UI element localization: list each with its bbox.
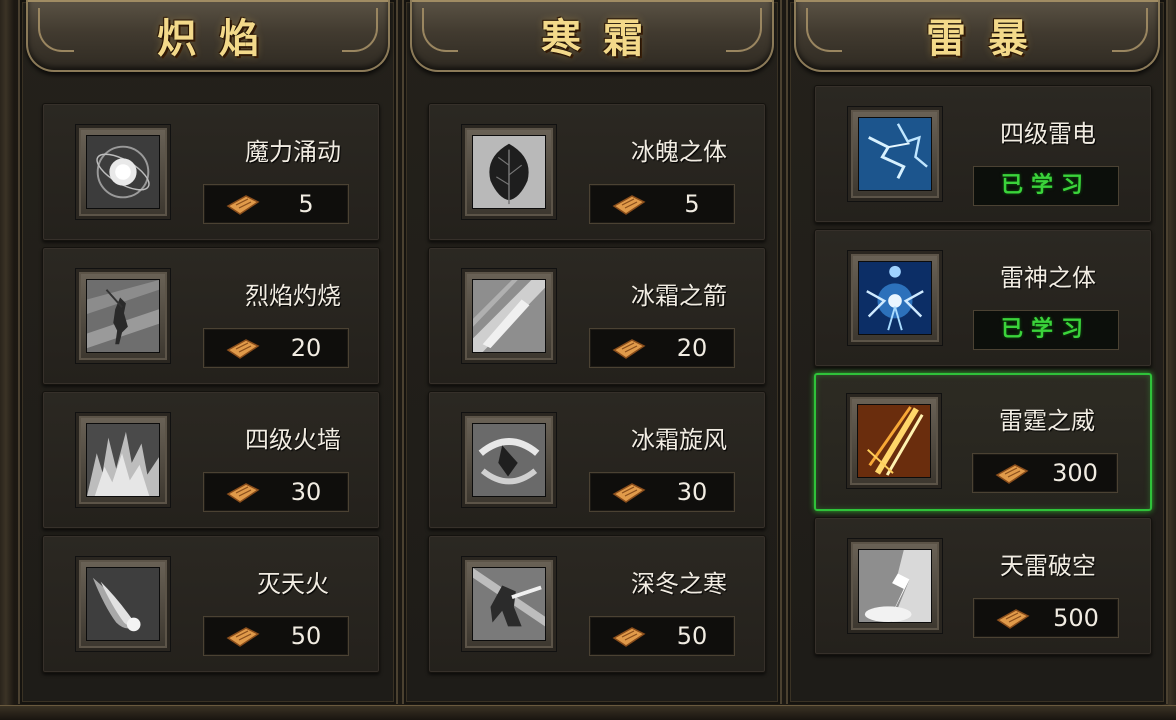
cost-value: 20 bbox=[676, 334, 708, 362]
skill-icon-frame bbox=[847, 106, 943, 202]
cost-box: 30 bbox=[589, 472, 735, 512]
cost-box: 500 bbox=[973, 598, 1119, 638]
orb-icon bbox=[86, 135, 160, 209]
cost-box: 50 bbox=[589, 616, 735, 656]
cost-box: 300 bbox=[972, 453, 1118, 493]
learned-badge: 已学习 bbox=[973, 166, 1119, 206]
column-title: 炽焰 bbox=[157, 15, 281, 62]
scroll-icon bbox=[612, 627, 646, 647]
scroll-icon bbox=[612, 339, 646, 359]
skill-card-frost-2[interactable]: 冰霜之箭 20 bbox=[428, 247, 766, 385]
skill-card-frost-3[interactable]: 冰霜旋风 30 bbox=[428, 391, 766, 529]
leaf-icon bbox=[472, 135, 546, 209]
skill-name: 雷神之体 bbox=[1000, 264, 1096, 292]
skill-name: 天雷破空 bbox=[1000, 552, 1096, 580]
skill-icon-frame bbox=[847, 538, 943, 634]
skill-icon-frame bbox=[847, 250, 943, 346]
fire-wall-icon bbox=[86, 423, 160, 497]
column-title: 寒霜 bbox=[541, 15, 665, 62]
skill-card-frost-4[interactable]: 深冬之寒 50 bbox=[428, 535, 766, 673]
cost-box: 20 bbox=[203, 328, 349, 368]
cost-value: 300 bbox=[1052, 459, 1098, 487]
skill-name: 四级雷电 bbox=[1000, 120, 1096, 148]
column-header-thunder: 雷暴 bbox=[794, 0, 1160, 72]
skill-name: 冰霜旋风 bbox=[631, 426, 727, 454]
skill-name: 四级火墙 bbox=[245, 426, 341, 454]
skill-name: 冰霜之箭 bbox=[631, 282, 727, 310]
cost-box: 50 bbox=[203, 616, 349, 656]
cost-value: 50 bbox=[676, 622, 708, 650]
skill-name: 魔力涌动 bbox=[245, 138, 341, 166]
skill-card-fire-4[interactable]: 灭天火 50 bbox=[42, 535, 380, 673]
column-thunder: 雷暴 四级雷电 已学习 雷神之体 已学习 雷霆之威 300 天雷破空 500 bbox=[786, 0, 1168, 704]
thunder-god-icon bbox=[858, 261, 932, 335]
column-header-frost: 寒霜 bbox=[410, 0, 774, 72]
whirlwind-icon bbox=[472, 423, 546, 497]
skill-card-thunder-1[interactable]: 四级雷电 已学习 bbox=[814, 85, 1152, 223]
cost-box: 5 bbox=[589, 184, 735, 224]
learned-badge: 已学习 bbox=[973, 310, 1119, 350]
scroll-icon bbox=[612, 195, 646, 215]
cost-value: 30 bbox=[290, 478, 322, 506]
skill-icon-frame bbox=[461, 412, 557, 508]
skill-icon-frame bbox=[75, 124, 171, 220]
skill-card-fire-2[interactable]: 烈焰灼烧 20 bbox=[42, 247, 380, 385]
skill-name: 雷霆之威 bbox=[999, 407, 1095, 435]
thunder-strike-icon bbox=[857, 404, 931, 478]
cost-value: 50 bbox=[290, 622, 322, 650]
skill-card-fire-3[interactable]: 四级火墙 30 bbox=[42, 391, 380, 529]
skill-icon-frame bbox=[75, 268, 171, 364]
scroll-icon bbox=[996, 609, 1030, 629]
scroll-icon bbox=[226, 483, 260, 503]
cost-box: 30 bbox=[203, 472, 349, 512]
sky-thunder-icon bbox=[858, 549, 932, 623]
mage-silhouette-icon bbox=[86, 279, 160, 353]
cost-value: 30 bbox=[676, 478, 708, 506]
skill-name: 深冬之寒 bbox=[631, 570, 727, 598]
scroll-icon bbox=[226, 627, 260, 647]
skill-card-fire-1[interactable]: 魔力涌动 5 bbox=[42, 103, 380, 241]
cost-value: 20 bbox=[290, 334, 322, 362]
column-title: 雷暴 bbox=[926, 15, 1050, 62]
skill-icon-frame bbox=[75, 556, 171, 652]
bottom-border bbox=[0, 705, 1176, 720]
skill-card-thunder-2[interactable]: 雷神之体 已学习 bbox=[814, 229, 1152, 367]
skill-card-thunder-3[interactable]: 雷霆之威 300 bbox=[814, 373, 1152, 511]
skill-icon-frame bbox=[846, 393, 942, 489]
skill-card-thunder-4[interactable]: 天雷破空 500 bbox=[814, 517, 1152, 655]
skill-name: 冰魄之体 bbox=[631, 138, 727, 166]
skill-card-frost-1[interactable]: 冰魄之体 5 bbox=[428, 103, 766, 241]
column-header-fire: 炽焰 bbox=[26, 0, 390, 72]
frost-arrow-icon bbox=[472, 279, 546, 353]
meteor-icon bbox=[86, 567, 160, 641]
cost-box: 5 bbox=[203, 184, 349, 224]
skill-icon-frame bbox=[461, 556, 557, 652]
frost-warrior-icon bbox=[472, 567, 546, 641]
column-fire: 炽焰 魔力涌动 5 烈焰灼烧 20 四级火墙 30 灭天火 50 bbox=[18, 0, 398, 704]
scroll-icon bbox=[226, 339, 260, 359]
skill-name: 烈焰灼烧 bbox=[245, 282, 341, 310]
skill-icon-frame bbox=[461, 268, 557, 364]
skill-name: 灭天火 bbox=[257, 570, 329, 598]
skill-icon-frame bbox=[461, 124, 557, 220]
cost-box: 20 bbox=[589, 328, 735, 368]
scroll-icon bbox=[226, 195, 260, 215]
skill-icon-frame bbox=[75, 412, 171, 508]
scroll-icon bbox=[995, 464, 1029, 484]
cost-value: 5 bbox=[298, 190, 314, 218]
column-frost: 寒霜 冰魄之体 5 冰霜之箭 20 冰霜旋风 30 深冬之寒 50 bbox=[402, 0, 782, 704]
lightning-icon bbox=[858, 117, 932, 191]
scroll-icon bbox=[612, 483, 646, 503]
cost-value: 500 bbox=[1053, 604, 1099, 632]
cost-value: 5 bbox=[684, 190, 700, 218]
